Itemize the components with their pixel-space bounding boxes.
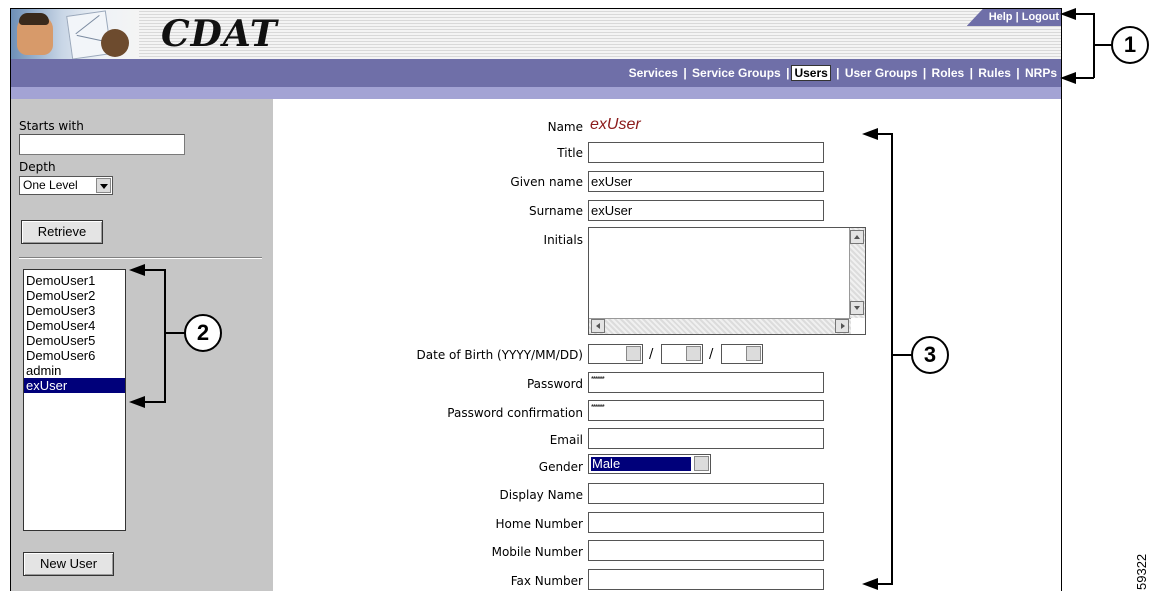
vertical-scrollbar[interactable] [849, 228, 865, 318]
callout-line [875, 133, 892, 135]
logo-illustration [11, 9, 139, 59]
depth-value: One Level [23, 178, 78, 192]
starts-with-label: Starts with [19, 119, 84, 133]
dropdown-arrow-icon [746, 346, 761, 361]
mobile-number-input[interactable] [588, 540, 824, 561]
list-item[interactable]: DemoUser2 [24, 288, 125, 303]
nav-roles[interactable]: Roles [932, 66, 965, 80]
list-item[interactable]: DemoUser6 [24, 348, 125, 363]
dropdown-arrow-icon [96, 178, 111, 193]
list-item[interactable]: DemoUser3 [24, 303, 125, 318]
callout-3: 3 [911, 336, 949, 374]
given-name-input[interactable]: exUser [588, 171, 824, 192]
nav-user-groups[interactable]: User Groups [845, 66, 918, 80]
initials-label: Initials [543, 233, 583, 247]
gender-select[interactable]: Male [588, 454, 711, 474]
list-item-selected[interactable]: exUser [24, 378, 125, 393]
name-value: exUser [590, 116, 641, 133]
depth-select[interactable]: One Level [19, 176, 113, 195]
surname-label: Surname [529, 204, 583, 218]
callout-line [164, 269, 166, 403]
nav-links: Services | Service Groups | Users | User … [628, 65, 1057, 81]
nav-services[interactable]: Services [629, 66, 678, 80]
list-item[interactable]: admin [24, 363, 125, 378]
callout-1: 1 [1111, 26, 1149, 64]
dob-day-select[interactable] [721, 344, 763, 364]
dropdown-arrow-icon [694, 456, 709, 471]
starts-with-input[interactable] [19, 134, 185, 155]
dropdown-arrow-icon [686, 346, 701, 361]
new-user-button[interactable]: New User [23, 552, 114, 576]
display-name-input[interactable] [588, 483, 824, 504]
scroll-left-icon[interactable] [591, 319, 605, 333]
callout-line [141, 401, 165, 403]
utility-links: Help | Logout [966, 9, 1061, 26]
dob-separator: / [649, 347, 654, 362]
scroll-right-icon[interactable] [835, 319, 849, 333]
home-number-label: Home Number [495, 517, 583, 531]
callout-line [891, 133, 893, 585]
dob-month-select[interactable] [661, 344, 703, 364]
retrieve-button[interactable]: Retrieve [21, 220, 103, 244]
initials-textarea[interactable] [588, 227, 866, 335]
nav-service-groups[interactable]: Service Groups [692, 66, 781, 80]
name-label: Name [547, 120, 583, 134]
title-label: Title [557, 146, 583, 160]
divider [19, 257, 262, 259]
help-link[interactable]: Help [989, 11, 1013, 23]
list-item[interactable]: DemoUser4 [24, 318, 125, 333]
display-name-label: Display Name [499, 488, 583, 502]
callout-line [875, 583, 892, 585]
fax-number-label: Fax Number [510, 574, 583, 588]
dob-year-select[interactable] [588, 344, 643, 364]
scroll-up-icon[interactable] [850, 230, 864, 244]
header: CDAT Help | Logout [11, 9, 1061, 59]
app-window: CDAT Help | Logout Services | Service Gr… [10, 8, 1062, 591]
home-number-input[interactable] [588, 512, 824, 533]
callout-2: 2 [184, 314, 222, 352]
gender-value: Male [591, 457, 691, 471]
horizontal-scrollbar[interactable] [589, 318, 851, 334]
mobile-number-label: Mobile Number [491, 545, 583, 559]
password-confirm-input[interactable]: ****** [588, 400, 824, 421]
callout-line [141, 269, 165, 271]
list-item[interactable]: DemoUser1 [24, 273, 125, 288]
logout-link[interactable]: Logout [1022, 11, 1059, 23]
callout-line [1074, 77, 1094, 79]
nav-bar: Services | Service Groups | Users | User … [11, 59, 1061, 87]
surname-input[interactable]: exUser [588, 200, 824, 221]
dob-separator: / [709, 347, 714, 362]
fax-number-input[interactable] [588, 569, 824, 590]
callout-line [1074, 13, 1094, 15]
password-confirm-label: Password confirmation [447, 406, 583, 420]
email-input[interactable] [588, 428, 824, 449]
user-list[interactable]: DemoUser1 DemoUser2 DemoUser3 DemoUser4 … [23, 269, 126, 531]
dob-label: Date of Birth (YYYY/MM/DD) [416, 348, 583, 362]
depth-label: Depth [19, 160, 56, 174]
password-label: Password [526, 377, 583, 391]
nav-rules[interactable]: Rules [978, 66, 1011, 80]
dropdown-arrow-icon [626, 346, 641, 361]
sub-bar [11, 87, 1061, 99]
figure-id: 59322 [1134, 553, 1149, 590]
list-item[interactable]: DemoUser5 [24, 333, 125, 348]
callout-line [892, 354, 912, 356]
callout-line [1094, 44, 1112, 46]
nav-users[interactable]: Users [791, 65, 831, 81]
title-input[interactable] [588, 142, 824, 163]
nav-nrps[interactable]: NRPs [1025, 66, 1057, 80]
given-name-label: Given name [510, 175, 583, 189]
app-title: CDAT [161, 13, 278, 55]
scroll-down-icon[interactable] [850, 301, 864, 315]
password-input[interactable]: ****** [588, 372, 824, 393]
callout-line [165, 332, 185, 334]
gender-label: Gender [538, 460, 583, 474]
user-search-panel: Starts with Depth One Level Retrieve Dem… [11, 99, 273, 591]
email-label: Email [549, 433, 583, 447]
